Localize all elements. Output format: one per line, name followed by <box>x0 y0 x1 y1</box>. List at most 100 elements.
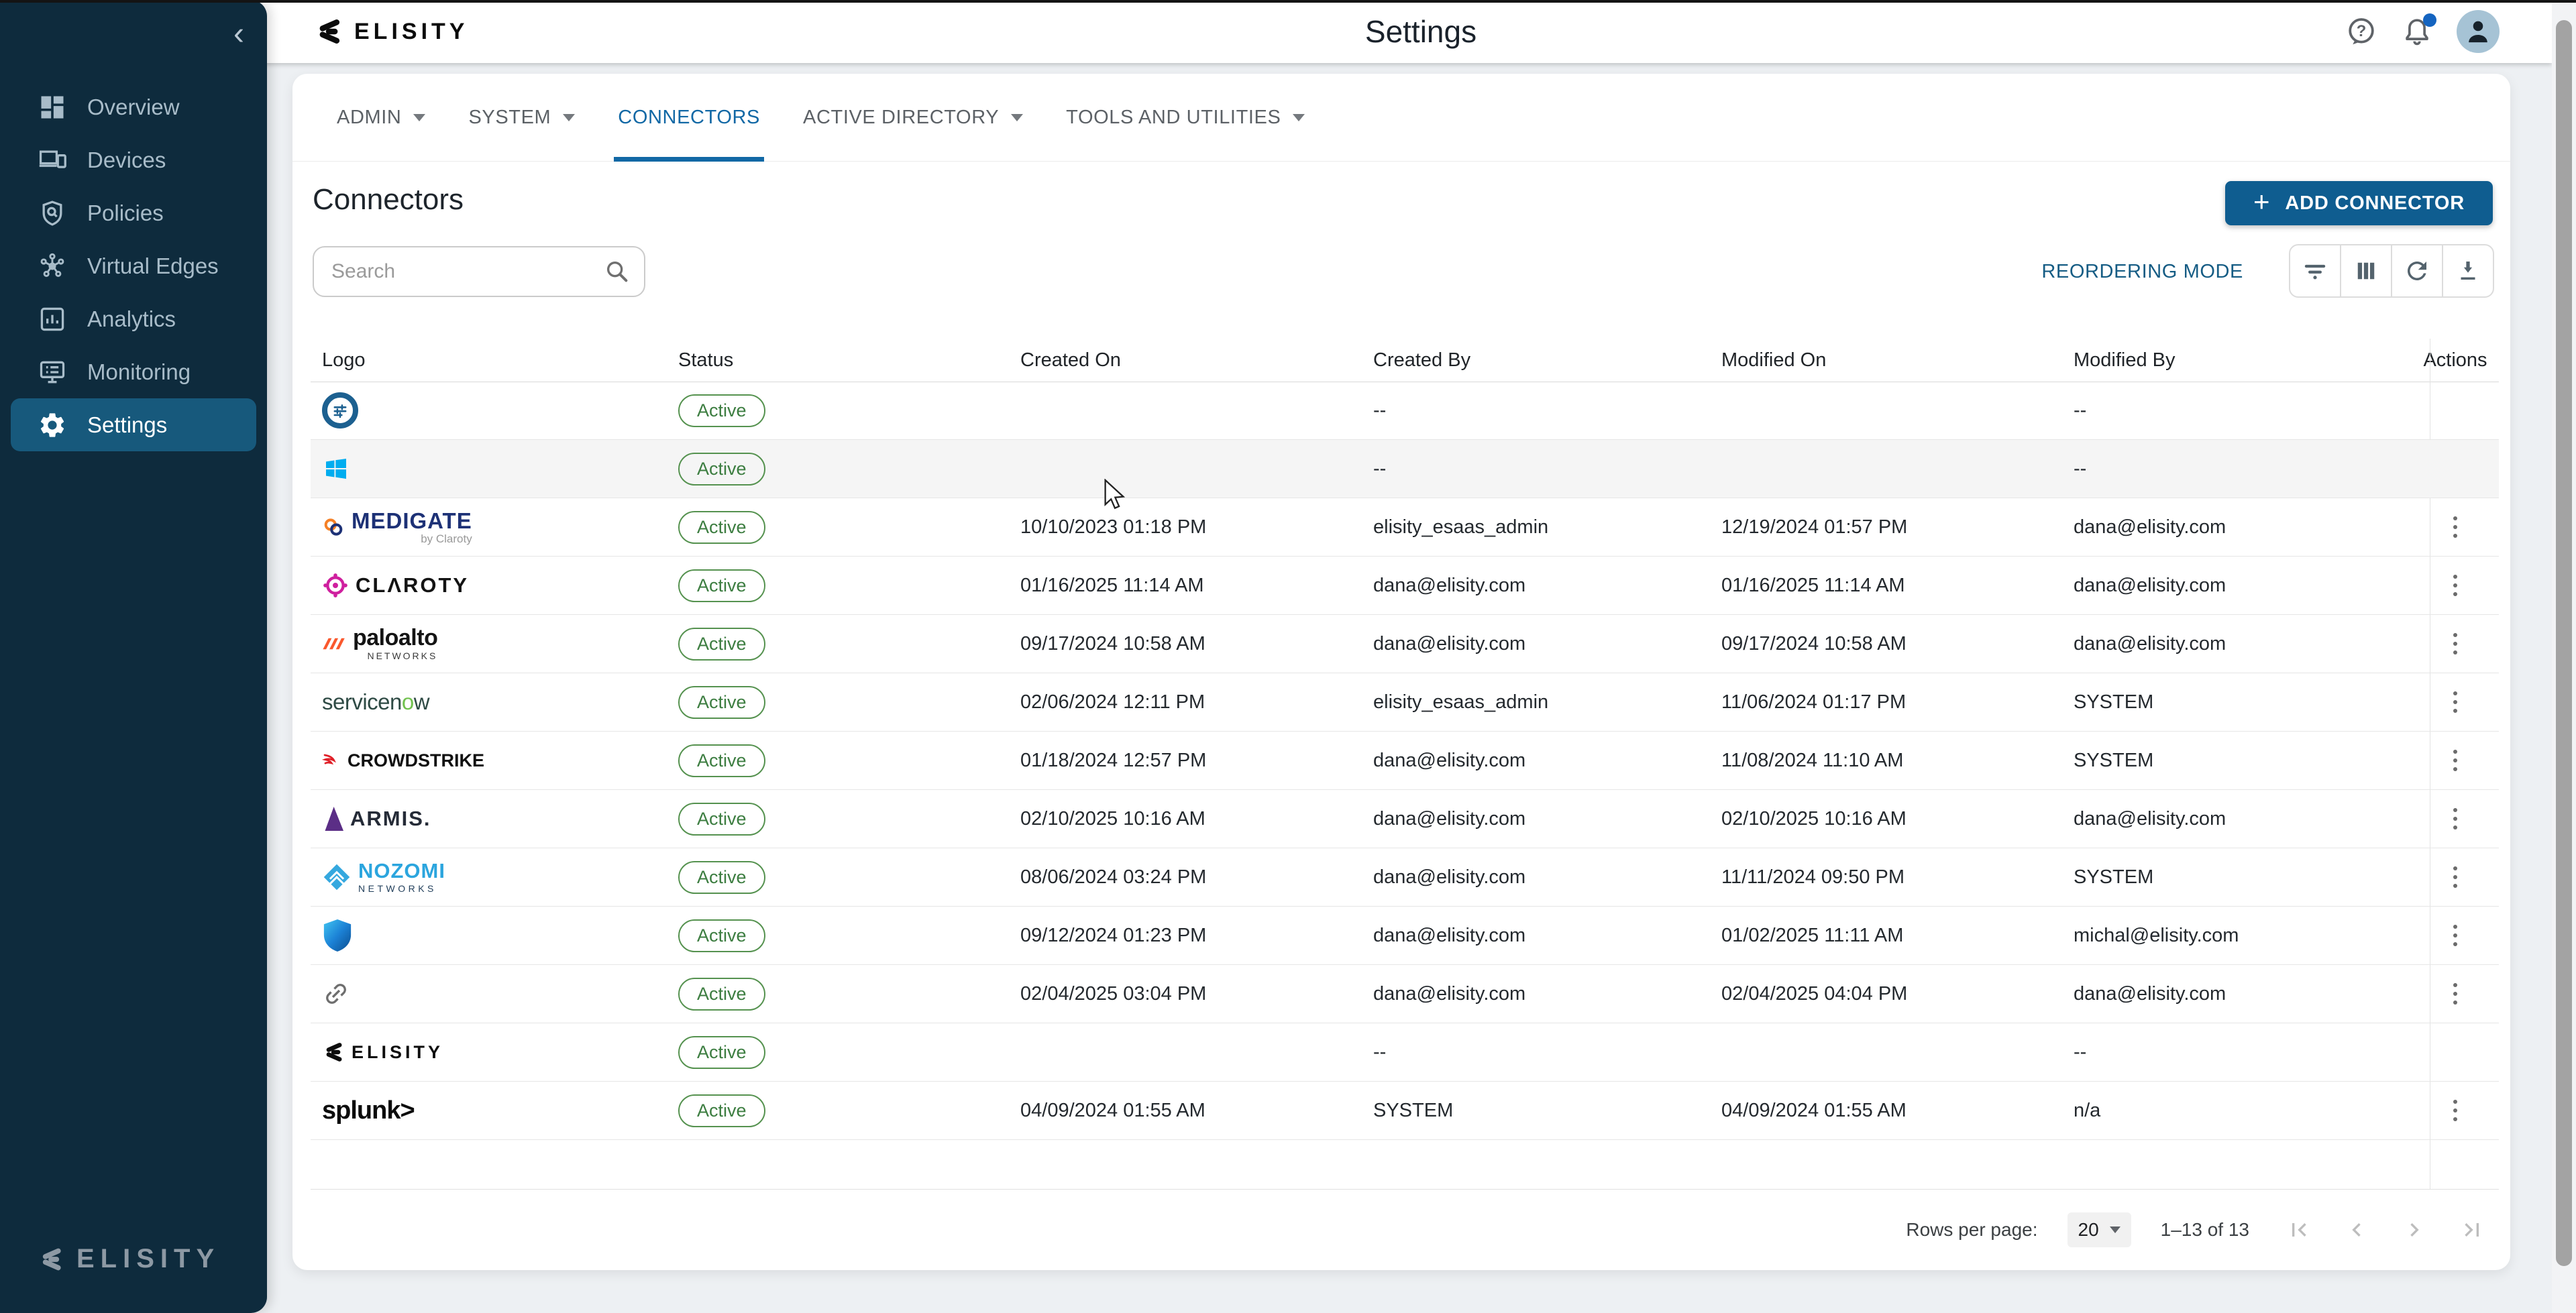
row-actions-button[interactable] <box>2445 508 2465 546</box>
created-on-cell: 10/10/2023 01:18 PM <box>1009 516 1362 538</box>
sidebar-item-label: Virtual Edges <box>87 253 219 279</box>
row-actions-button[interactable] <box>2445 917 2465 954</box>
column-header-logo[interactable]: Logo <box>311 349 667 372</box>
row-actions-button[interactable] <box>2445 742 2465 779</box>
chevron-down-icon <box>1293 114 1305 121</box>
vertical-scrollbar[interactable] <box>2552 3 2576 1313</box>
page-title: Settings <box>1365 13 1477 50</box>
sidebar-item-devices[interactable]: Devices <box>0 133 267 186</box>
tab-label: ACTIVE DIRECTORY <box>803 107 999 129</box>
table-row[interactable]: ELISITY Active -- -- <box>311 1023 2499 1082</box>
refresh-button[interactable] <box>2391 245 2442 296</box>
sidebar-item-label: Devices <box>87 148 166 173</box>
modified-by-cell: dana@elisity.com <box>2062 808 2412 830</box>
created-on-cell: 02/04/2025 03:04 PM <box>1009 983 1362 1005</box>
sidebar-item-virtual-edges[interactable]: Virtual Edges <box>0 239 267 292</box>
row-actions-button[interactable] <box>2445 1092 2465 1129</box>
sidebar-collapse-button[interactable]: ‹ <box>229 17 248 51</box>
created-on-cell: 02/10/2025 10:16 AM <box>1009 808 1362 830</box>
status-badge: Active <box>678 861 765 894</box>
row-actions-button[interactable] <box>2445 567 2465 604</box>
modified-by-cell: dana@elisity.com <box>2062 633 2412 655</box>
next-page-button[interactable] <box>2401 1216 2428 1243</box>
paloalto-mark-icon <box>322 632 346 656</box>
table-row[interactable]: MEDIGATE by Claroty Active 10/10/2023 01… <box>311 498 2499 557</box>
help-icon: ? <box>2345 15 2377 48</box>
claroty-logo: CLΛROTY <box>322 572 469 599</box>
tab-tools-and-utilities[interactable]: TOOLS AND UTILITIES <box>1044 74 1326 161</box>
elisity-mark-icon <box>314 17 343 46</box>
previous-page-button[interactable] <box>2343 1216 2370 1243</box>
column-header-modified-by[interactable]: Modified By <box>2062 349 2412 372</box>
sidebar-item-settings[interactable]: Settings <box>11 398 256 451</box>
reordering-mode-button[interactable]: REORDERING MODE <box>2037 260 2247 284</box>
notification-dot-badge <box>2423 13 2436 27</box>
created-by-cell: -- <box>1362 458 1710 480</box>
status-badge: Active <box>678 978 765 1011</box>
column-header-status[interactable]: Status <box>667 349 1009 372</box>
column-header-created-on[interactable]: Created On <box>1009 349 1362 372</box>
columns-icon <box>2352 257 2380 285</box>
armis-logo: ARMIS. <box>322 807 431 831</box>
table-row[interactable]: CLΛROTY Active 01/16/2025 11:14 AM dana@… <box>311 557 2499 615</box>
modified-on-cell: 01/16/2025 11:14 AM <box>1710 575 2062 597</box>
chevron-down-icon <box>413 114 425 121</box>
table-row[interactable]: paloalto NETWORKS Active 09/17/2024 10:5… <box>311 615 2499 673</box>
first-page-button[interactable] <box>2286 1216 2312 1243</box>
paloalto-networks-logo: paloalto NETWORKS <box>322 626 437 661</box>
column-header-created-by[interactable]: Created By <box>1362 349 1710 372</box>
sidebar-nav: Overview Devices Policies <box>0 80 267 451</box>
nozomi-networks-logo: NOZOMI NETWORKS <box>322 860 445 894</box>
filter-icon <box>2301 257 2329 285</box>
notifications-button[interactable] <box>2402 16 2432 47</box>
last-page-button[interactable] <box>2459 1216 2485 1243</box>
tab-admin[interactable]: ADMIN <box>315 74 447 161</box>
row-actions-button[interactable] <box>2445 625 2465 663</box>
add-connector-label: ADD CONNECTOR <box>2285 192 2465 215</box>
armis-triangle-icon <box>322 807 343 831</box>
account-avatar[interactable] <box>2457 10 2500 53</box>
sidebar-item-policies[interactable]: Policies <box>0 186 267 239</box>
filter-button[interactable] <box>2290 245 2340 296</box>
table-row[interactable]: splunk> Active 04/09/2024 01:55 AM SYSTE… <box>311 1082 2499 1140</box>
download-button[interactable] <box>2442 245 2493 296</box>
table-row[interactable]: ARMIS. Active 02/10/2025 10:16 AM dana@e… <box>311 790 2499 848</box>
tab-connectors[interactable]: CONNECTORS <box>596 74 782 161</box>
sidebar-item-label: Analytics <box>87 306 176 332</box>
sidebar-item-overview[interactable]: Overview <box>0 80 267 133</box>
rows-per-page-select[interactable]: 20 <box>2068 1212 2131 1247</box>
last-page-icon <box>2459 1216 2485 1243</box>
help-button[interactable]: ? <box>2345 15 2377 48</box>
app-header: ELISITY Settings ? <box>0 0 2552 63</box>
modified-on-cell: 04/09/2024 01:55 AM <box>1710 1100 2062 1122</box>
scrollbar-thumb[interactable] <box>2556 20 2572 1266</box>
tab-system[interactable]: SYSTEM <box>447 74 596 161</box>
virtual-edges-icon <box>38 251 67 281</box>
row-actions-button[interactable] <box>2445 800 2465 838</box>
sidebar-item-analytics[interactable]: Analytics <box>0 292 267 345</box>
table-row[interactable]: Active -- -- <box>311 382 2499 440</box>
table-row[interactable]: servicenow Active 02/06/2024 12:11 PM el… <box>311 673 2499 732</box>
table-row[interactable]: NOZOMI NETWORKS Active 08/06/2024 03:24 … <box>311 848 2499 907</box>
footer-wordmark: ELISITY <box>76 1244 220 1274</box>
header-actions: ? <box>2345 0 2500 63</box>
status-badge: Active <box>678 569 765 602</box>
status-badge: Active <box>678 511 765 544</box>
row-actions-button[interactable] <box>2445 975 2465 1013</box>
sidebar-item-monitoring[interactable]: Monitoring <box>0 345 267 398</box>
crowdstrike-falcon-icon <box>322 750 343 771</box>
medigate-logo: MEDIGATE by Claroty <box>322 508 472 546</box>
column-header-modified-on[interactable]: Modified On <box>1710 349 2062 372</box>
tab-active-directory[interactable]: ACTIVE DIRECTORY <box>782 74 1044 161</box>
row-actions-button[interactable] <box>2445 858 2465 896</box>
table-row[interactable]: CROWDSTRIKE Active 01/18/2024 12:57 PM d… <box>311 732 2499 790</box>
row-actions-button[interactable] <box>2445 683 2465 721</box>
devices-icon <box>38 146 67 175</box>
table-row[interactable]: Active 02/04/2025 03:04 PM dana@elisity.… <box>311 965 2499 1023</box>
table-row[interactable]: Active -- -- <box>311 440 2499 498</box>
add-connector-button[interactable]: + ADD CONNECTOR <box>2225 181 2493 225</box>
elisity-logo: ELISITY <box>322 1041 443 1064</box>
table-row[interactable]: Active 09/12/2024 01:23 PM dana@elisity.… <box>311 907 2499 965</box>
columns-button[interactable] <box>2340 245 2391 296</box>
search-input[interactable] <box>314 247 644 296</box>
